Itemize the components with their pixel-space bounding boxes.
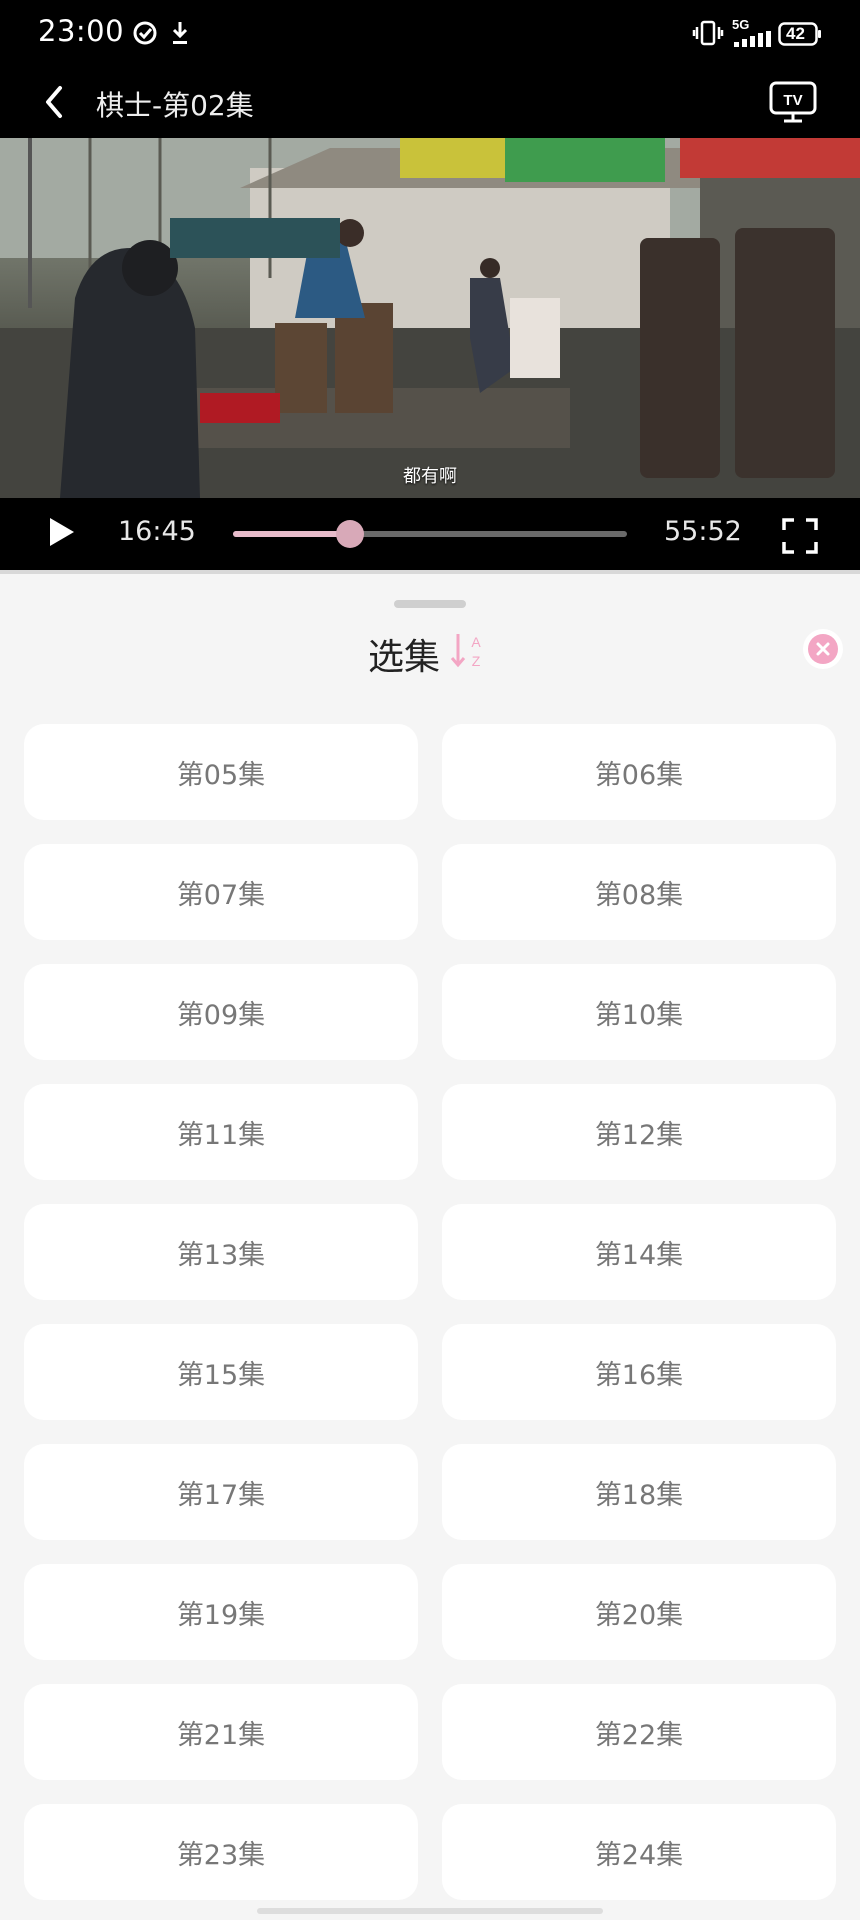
episode-button[interactable]: 第16集 <box>442 1324 836 1420</box>
sort-az-icon[interactable]: A Z <box>450 630 486 670</box>
signal-icon <box>734 31 771 47</box>
episode-button[interactable]: 第23集 <box>24 1804 418 1900</box>
episode-button[interactable]: 第19集 <box>24 1564 418 1660</box>
progress-slider[interactable] <box>233 520 627 548</box>
episode-sheet: 选集 A Z 第05集 第06集 第07集 第08集 第09集 第10集 第11集 第12集第… <box>0 570 860 1920</box>
episode-button[interactable]: 第24集 <box>442 1804 836 1900</box>
close-icon <box>808 634 838 664</box>
download-icon <box>172 22 188 44</box>
episode-button[interactable]: 第10集 <box>442 964 836 1060</box>
episode-button[interactable]: 第12集 <box>442 1084 836 1180</box>
episode-button[interactable]: 第07集 <box>24 844 418 940</box>
video-title: 棋士-第02集 <box>96 89 254 122</box>
episode-button[interactable]: 第20集 <box>442 1564 836 1660</box>
episode-button[interactable]: 第22集 <box>442 1684 836 1780</box>
current-time: 16:45 <box>118 516 196 547</box>
sync-icon <box>133 21 157 45</box>
back-button[interactable] <box>38 82 70 122</box>
sheet-title: 选集 <box>368 637 441 678</box>
progress-knob[interactable] <box>335 520 364 548</box>
episode-button[interactable]: 第15集 <box>24 1324 418 1420</box>
episode-button[interactable]: 第18集 <box>442 1444 836 1540</box>
player-controls: 16:45 55:52 <box>0 498 860 570</box>
home-indicator <box>257 1908 603 1914</box>
fullscreen-button[interactable] <box>782 518 818 554</box>
total-time: 55:52 <box>664 516 742 547</box>
status-time: 23:00 <box>38 14 125 48</box>
episode-button[interactable]: 第08集 <box>442 844 836 940</box>
sort-letter-z: Z <box>472 653 481 669</box>
episode-selector-screen: 23:00 5G 42 棋士-第02集 TV 都有啊 16:45 55:52 选… <box>0 0 860 1920</box>
progress-fill <box>233 531 350 537</box>
drag-handle[interactable] <box>394 600 466 608</box>
status-bar: 23:00 5G 42 <box>0 0 860 66</box>
sort-letter-a: A <box>471 634 481 650</box>
tv-icon: TV <box>769 81 817 123</box>
tv-cast-button[interactable]: TV <box>768 80 818 124</box>
video-scene-image <box>0 138 860 498</box>
episode-button[interactable]: 第11集 <box>24 1084 418 1180</box>
tv-label: TV <box>783 92 802 109</box>
player-header: 棋士-第02集 TV <box>0 66 860 138</box>
episode-button[interactable]: 第17集 <box>24 1444 418 1540</box>
vibrate-icon <box>692 20 724 46</box>
episode-button[interactable]: 第13集 <box>24 1204 418 1300</box>
video-frame[interactable]: 都有啊 <box>0 138 860 498</box>
battery-level: 42 <box>786 24 805 43</box>
episode-button[interactable]: 第09集 <box>24 964 418 1060</box>
episode-button[interactable]: 第14集 <box>442 1204 836 1300</box>
episode-button[interactable]: 第21集 <box>24 1684 418 1780</box>
episode-button[interactable]: 第06集 <box>442 724 836 820</box>
play-button[interactable] <box>46 512 78 552</box>
close-button[interactable] <box>803 629 843 669</box>
episode-button[interactable]: 第05集 <box>24 724 418 820</box>
network-label: 5G <box>732 17 750 32</box>
video-subtitle: 都有啊 <box>403 466 457 487</box>
episode-grid: 第05集 第06集 第07集 第08集 第09集 第10集 第11集 第12集 第13集 第14集… <box>24 724 836 1900</box>
